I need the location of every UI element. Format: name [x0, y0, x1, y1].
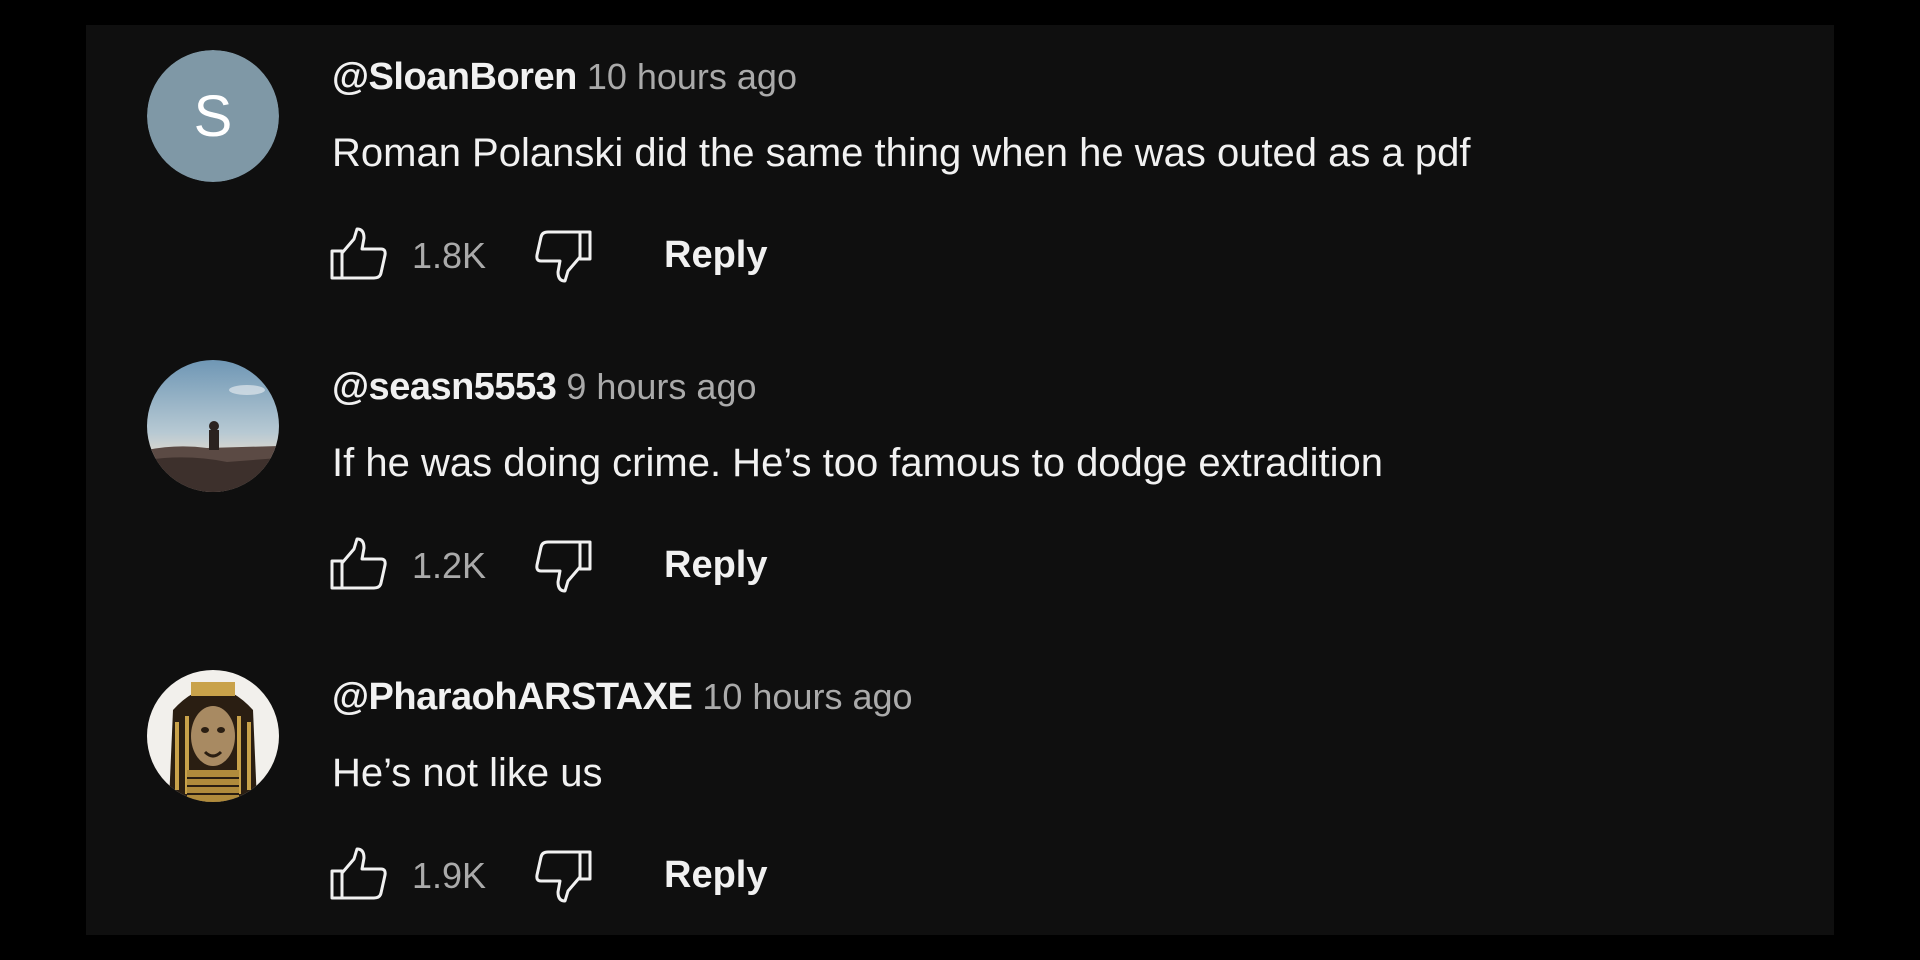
- like-count: 1.9K: [412, 855, 487, 896]
- like-count: 1.2K: [412, 545, 487, 586]
- comment-timestamp[interactable]: 10 hours ago: [702, 676, 912, 717]
- like-button[interactable]: [326, 225, 390, 285]
- comments-panel: S @SloanBoren 10 hours ago Roman Polanski…: [86, 25, 1834, 935]
- reply-button[interactable]: Reply: [652, 225, 779, 285]
- reply-button[interactable]: Reply: [652, 535, 779, 595]
- comment-text: Roman Polanski did the same thing when h…: [332, 131, 1471, 175]
- dislike-button[interactable]: [532, 225, 596, 285]
- comment-header: @seasn5553 9 hours ago: [332, 365, 757, 417]
- comment-item: S @SloanBoren 10 hours ago Roman Polanski…: [86, 25, 1834, 285]
- thumbs-up-icon: [330, 847, 387, 900]
- dislike-button[interactable]: [532, 845, 596, 905]
- thumbs-down-icon: [535, 850, 592, 903]
- avatar[interactable]: [147, 360, 279, 492]
- comment-header: @PharaohARSTAXE 10 hours ago: [332, 675, 913, 727]
- avatar-photo: [147, 670, 279, 802]
- avatar[interactable]: S: [147, 50, 279, 182]
- thumbs-up-icon: [330, 227, 387, 280]
- avatar-letter-image: S: [147, 50, 279, 182]
- comment-header: @SloanBoren 10 hours ago: [332, 55, 797, 107]
- thumbs-up-icon: [330, 537, 387, 590]
- comment-text: He’s not like us: [332, 751, 603, 795]
- reply-button[interactable]: Reply: [652, 845, 779, 905]
- comment-item: @seasn5553 9 hours ago If he was doing cr…: [86, 335, 1834, 595]
- comment-item: @PharaohARSTAXE 10 hours ago He’s not lik…: [86, 645, 1834, 905]
- thumbs-down-icon: [535, 540, 592, 593]
- avatar-letter: S: [194, 84, 233, 149]
- author-name[interactable]: @PharaohARSTAXE: [332, 676, 693, 718]
- dislike-button[interactable]: [532, 535, 596, 595]
- like-count: 1.8K: [412, 235, 487, 276]
- like-button[interactable]: [326, 845, 390, 905]
- author-name[interactable]: @seasn5553: [332, 366, 557, 408]
- thumbs-down-icon: [535, 230, 592, 283]
- like-button[interactable]: [326, 535, 390, 595]
- comment-timestamp[interactable]: 10 hours ago: [587, 56, 797, 97]
- avatar-photo: [147, 360, 279, 492]
- comment-timestamp[interactable]: 9 hours ago: [566, 366, 756, 407]
- avatar[interactable]: [147, 670, 279, 802]
- author-name[interactable]: @SloanBoren: [332, 56, 577, 98]
- comment-text: If he was doing crime. He’s too famous t…: [332, 441, 1383, 485]
